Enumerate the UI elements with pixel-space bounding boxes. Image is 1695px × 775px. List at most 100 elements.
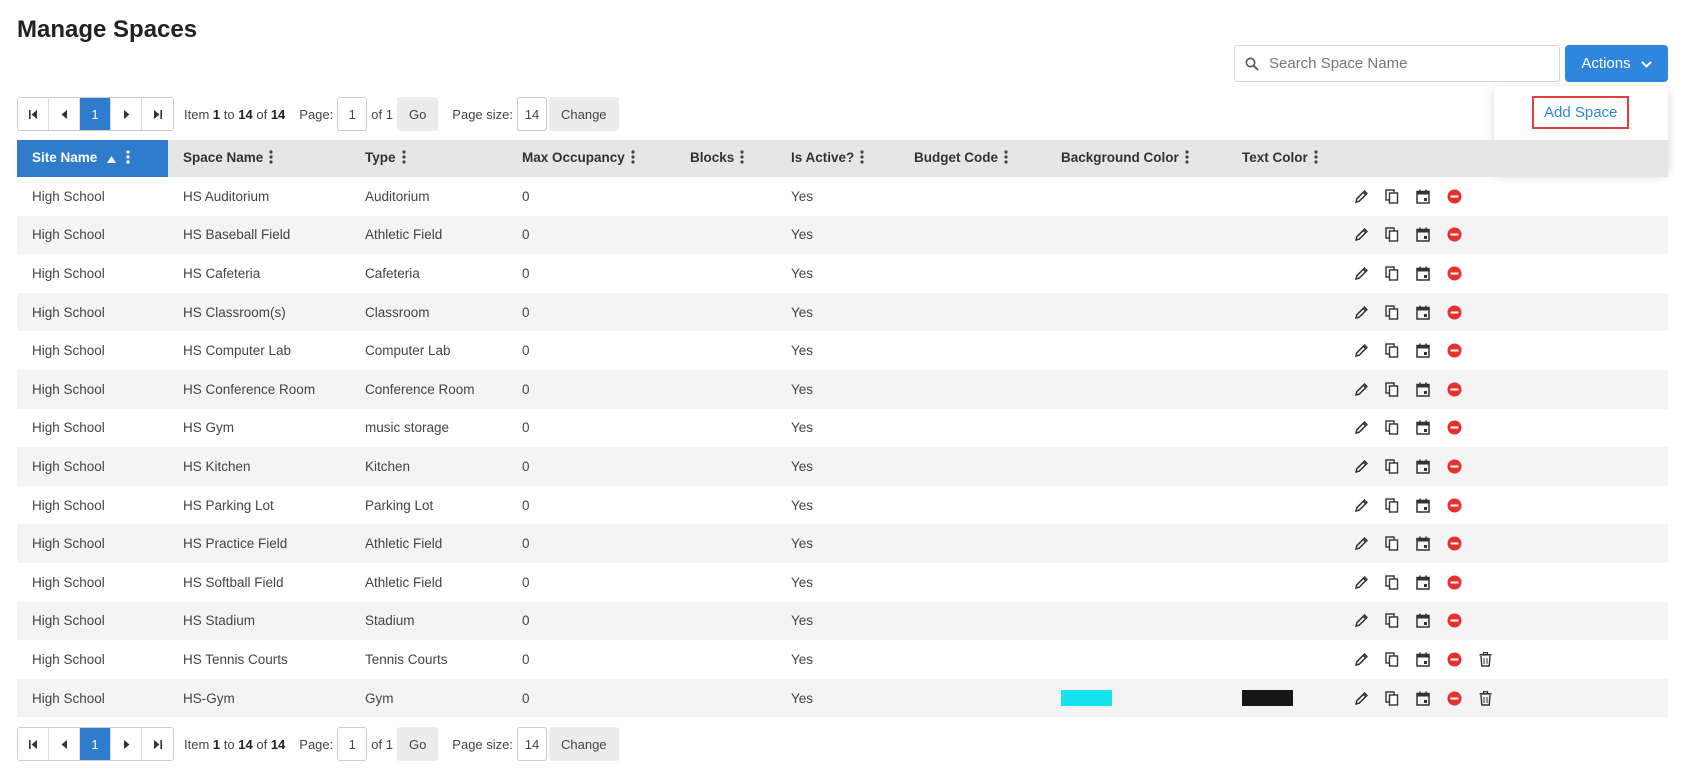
page-size-input[interactable]: 14 [517,727,547,761]
column-header-site-name[interactable]: Site Name [17,140,168,177]
column-header-budget-code[interactable]: Budget Code [899,140,1046,177]
column-header-max-occupancy[interactable]: Max Occupancy [507,140,675,177]
edit-pencil-icon[interactable] [1353,188,1369,204]
copy-icon[interactable] [1384,227,1400,243]
remove-icon[interactable] [1446,497,1462,513]
cell-type: Gym [365,690,394,706]
page-number-input[interactable]: 1 [337,97,368,131]
remove-icon[interactable] [1446,420,1462,436]
next-page-icon[interactable] [111,728,142,760]
prev-page-icon[interactable] [49,98,80,130]
edit-pencil-icon[interactable] [1353,613,1369,629]
remove-icon[interactable] [1446,343,1462,359]
change-button[interactable]: Change [549,727,619,761]
first-page-icon[interactable] [18,98,49,130]
trash-icon[interactable] [1477,690,1493,706]
calendar-icon[interactable] [1415,227,1431,243]
remove-icon[interactable] [1446,188,1462,204]
page-size-input[interactable]: 14 [517,97,547,131]
edit-pencil-icon[interactable] [1353,265,1369,281]
edit-pencil-icon[interactable] [1353,458,1369,474]
change-button[interactable]: Change [549,97,619,131]
column-header-blocks[interactable]: Blocks [675,140,776,177]
remove-icon[interactable] [1446,381,1462,397]
search-box[interactable] [1234,45,1560,82]
copy-icon[interactable] [1384,304,1400,320]
copy-icon[interactable] [1384,613,1400,629]
copy-icon[interactable] [1384,536,1400,552]
calendar-icon[interactable] [1415,613,1431,629]
kebab-menu-icon[interactable] [860,150,864,167]
edit-pencil-icon[interactable] [1353,536,1369,552]
kebab-menu-icon[interactable] [269,150,273,167]
kebab-menu-icon[interactable] [1185,150,1189,167]
column-header-type[interactable]: Type [350,140,507,177]
column-header-is-active[interactable]: Is Active? [776,140,899,177]
copy-icon[interactable] [1384,458,1400,474]
copy-icon[interactable] [1384,420,1400,436]
remove-icon[interactable] [1446,265,1462,281]
edit-pencil-icon[interactable] [1353,227,1369,243]
column-header-text-color[interactable]: Text Color [1227,140,1353,177]
kebab-menu-icon[interactable] [740,150,744,167]
copy-icon[interactable] [1384,265,1400,281]
edit-pencil-icon[interactable] [1353,304,1369,320]
calendar-icon[interactable] [1415,265,1431,281]
kebab-menu-icon[interactable] [401,150,406,167]
last-page-icon[interactable] [142,98,173,130]
go-button[interactable]: Go [396,727,439,761]
current-page-button[interactable]: 1 [80,728,111,760]
copy-icon[interactable] [1384,574,1400,590]
first-page-icon[interactable] [18,728,49,760]
remove-icon[interactable] [1446,536,1462,552]
column-header-background-color[interactable]: Background Color [1046,140,1227,177]
edit-pencil-icon[interactable] [1353,343,1369,359]
edit-pencil-icon[interactable] [1353,497,1369,513]
edit-pencil-icon[interactable] [1353,381,1369,397]
next-page-icon[interactable] [111,98,142,130]
last-page-icon[interactable] [142,728,173,760]
calendar-icon[interactable] [1415,690,1431,706]
copy-icon[interactable] [1384,651,1400,667]
copy-icon[interactable] [1384,188,1400,204]
copy-icon[interactable] [1384,343,1400,359]
calendar-icon[interactable] [1415,188,1431,204]
edit-pencil-icon[interactable] [1353,574,1369,590]
column-header-space-name[interactable]: Space Name [168,140,350,177]
edit-pencil-icon[interactable] [1353,690,1369,706]
copy-icon[interactable] [1384,381,1400,397]
page-number-input[interactable]: 1 [337,727,368,761]
current-page-button[interactable]: 1 [80,98,111,130]
add-space-menu-item[interactable]: Add Space [1532,96,1630,129]
remove-icon[interactable] [1446,458,1462,474]
remove-icon[interactable] [1446,227,1462,243]
search-input[interactable] [1269,48,1549,79]
kebab-menu-icon[interactable] [126,150,130,167]
calendar-icon[interactable] [1415,420,1431,436]
edit-pencil-icon[interactable] [1353,651,1369,667]
remove-icon[interactable] [1446,304,1462,320]
kebab-menu-icon[interactable] [631,150,635,167]
copy-icon[interactable] [1384,497,1400,513]
copy-icon[interactable] [1384,690,1400,706]
calendar-icon[interactable] [1415,343,1431,359]
calendar-icon[interactable] [1415,651,1431,667]
calendar-icon[interactable] [1415,574,1431,590]
trash-icon[interactable] [1477,651,1493,667]
prev-page-icon[interactable] [49,728,80,760]
calendar-icon[interactable] [1415,458,1431,474]
remove-icon[interactable] [1446,574,1462,590]
edit-pencil-icon[interactable] [1353,420,1369,436]
go-button[interactable]: Go [396,97,439,131]
kebab-menu-icon[interactable] [1314,150,1318,167]
calendar-icon[interactable] [1415,536,1431,552]
sort-asc-icon[interactable] [107,151,117,166]
calendar-icon[interactable] [1415,497,1431,513]
calendar-icon[interactable] [1415,381,1431,397]
remove-icon[interactable] [1446,690,1462,706]
remove-icon[interactable] [1446,651,1462,667]
kebab-menu-icon[interactable] [1004,150,1008,167]
remove-icon[interactable] [1446,613,1462,629]
calendar-icon[interactable] [1415,304,1431,320]
actions-button[interactable]: Actions [1565,45,1668,82]
